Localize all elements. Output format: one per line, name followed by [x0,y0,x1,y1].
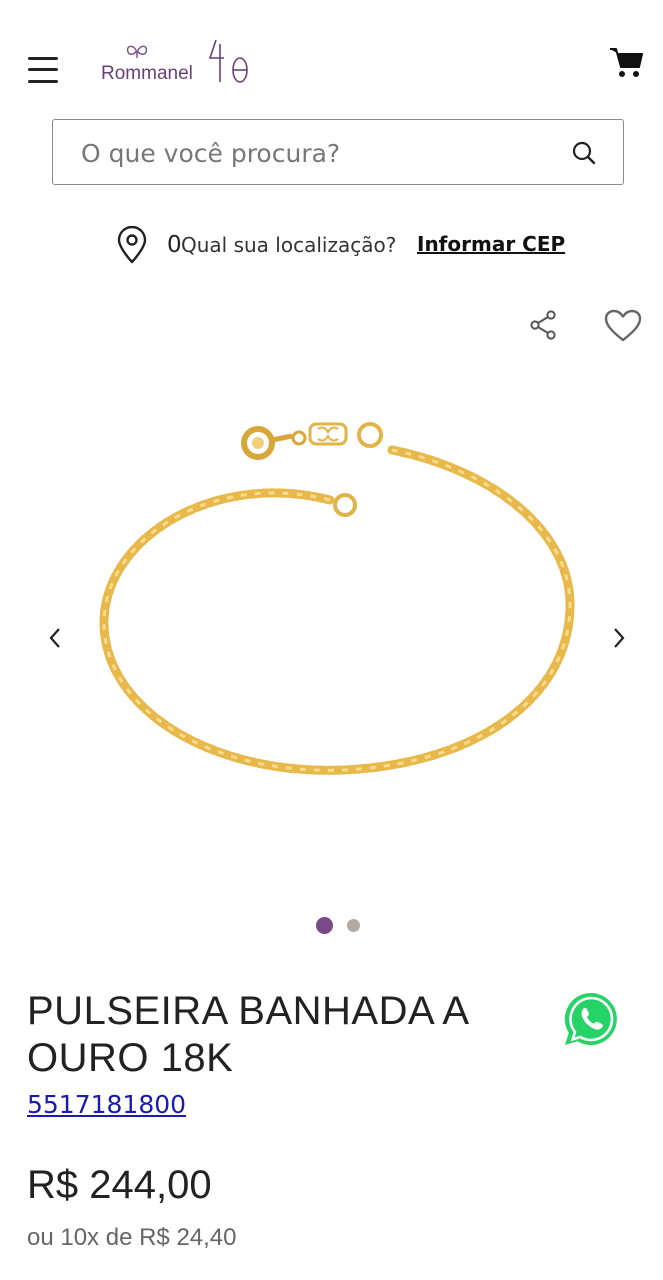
share-icon[interactable] [528,309,558,341]
carousel-dot-2[interactable] [347,919,360,932]
location-prompt: Qual sua localização? [181,233,397,257]
chevron-left-icon[interactable] [44,624,68,652]
product-title: PULSEIRA BANHADA A OURO 18K [27,989,468,1080]
menu-button[interactable] [26,54,60,86]
product-sku-link[interactable]: 5517181800 [27,1090,186,1119]
inform-cep-link[interactable]: Informar CEP [417,232,565,256]
chevron-right-icon[interactable] [606,624,630,652]
brand-name: Rommanel [101,63,193,84]
search-icon[interactable] [571,140,597,166]
heart-icon[interactable] [604,309,642,343]
whatsapp-icon[interactable] [562,990,620,1048]
search-input[interactable] [79,120,553,186]
installments-text: ou 10x de R$ 24,40 [27,1224,237,1251]
carousel-dot-1[interactable] [316,917,333,934]
brand-logo[interactable]: Rommanel [98,34,258,90]
cart-icon[interactable] [608,44,644,80]
product-price: R$ 244,00 [27,1163,212,1207]
map-pin-icon [115,225,149,264]
location-bar: 0 Qual sua localização? Informar CEP [115,225,585,266]
search-bar [52,119,624,186]
location-count: 0 [167,232,182,258]
product-image[interactable] [92,410,582,800]
